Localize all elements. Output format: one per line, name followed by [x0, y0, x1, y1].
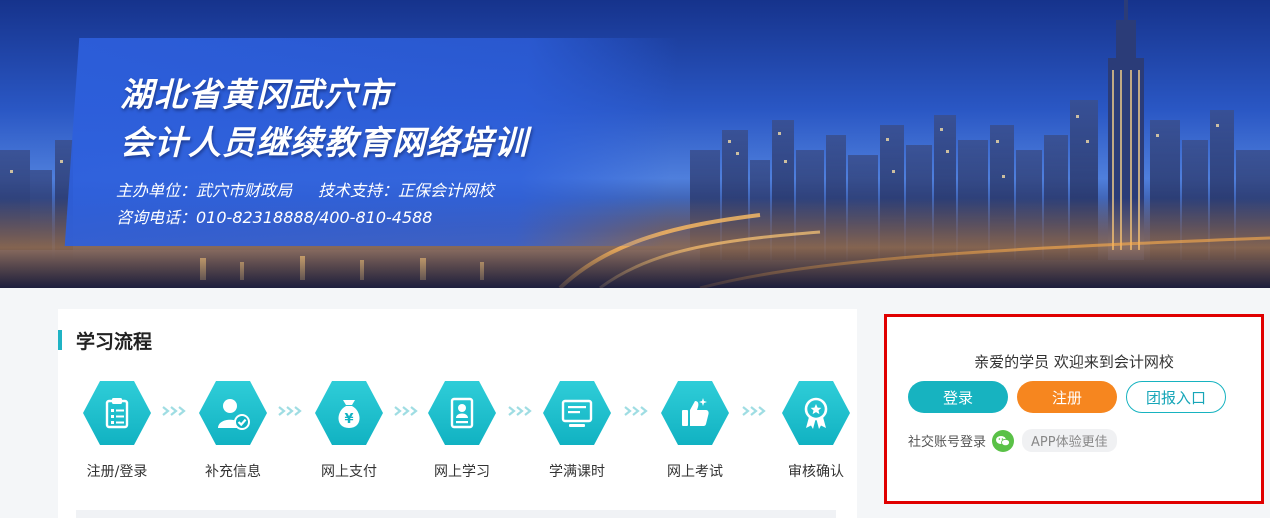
app-promo-badge[interactable]: APP体验更佳 — [1022, 429, 1117, 452]
hero-banner: 湖北省黄冈武穴市 会计人员继续教育网络培训 主办单位：武穴市财政局 技术支持：正保… — [0, 0, 1270, 288]
step-label: 注册/登录 — [86, 464, 148, 480]
process-steps: 注册/登录 补充信息 ¥ 网上支付 网上学习 学满课时 网上考试 审核确认 — [58, 381, 857, 491]
step-online-payment[interactable]: ¥ 网上支付 — [294, 381, 404, 481]
banner-organizer-line: 主办单位：武穴市财政局 技术支持：正保会计网校 — [116, 177, 494, 201]
banner-title-line1: 湖北省黄冈武穴市 — [120, 75, 392, 114]
monitor-icon — [561, 399, 593, 427]
document-user-icon — [450, 397, 474, 429]
welcome-text: 亲爱的学员 欢迎来到会计网校 — [974, 353, 1174, 371]
register-button[interactable]: 注册 — [1017, 381, 1117, 413]
banner-title-line2: 会计人员继续教育网络培训 — [120, 123, 528, 162]
user-check-icon — [218, 399, 250, 430]
wechat-icon[interactable] — [992, 429, 1015, 452]
step-register-login[interactable]: 注册/登录 — [62, 381, 172, 481]
step-label: 网上支付 — [321, 464, 377, 480]
learning-process-card: 学习流程 注册/登录 补充信息 ¥ 网上支付 网上学习 学满课时 网上考试 审核… — [58, 309, 857, 518]
organizer-text: 主办单位：武穴市财政局 — [116, 181, 293, 200]
step-icon-container — [428, 381, 496, 445]
badge-icon — [804, 397, 828, 429]
step-label: 学满课时 — [549, 464, 605, 480]
step-label: 审核确认 — [788, 464, 844, 480]
group-registration-button[interactable]: 团报入口 — [1126, 381, 1226, 413]
title-accent-bar — [58, 330, 62, 350]
thumbs-up-icon — [682, 398, 709, 426]
step-label: 网上学习 — [434, 464, 490, 480]
step-online-exam[interactable]: 网上考试 — [640, 381, 750, 481]
step-complete-hours[interactable]: 学满课时 — [522, 381, 632, 481]
step-supplement-info[interactable]: 补充信息 — [178, 381, 288, 481]
money-bag-icon: ¥ — [338, 400, 360, 428]
step-label: 网上考试 — [667, 464, 723, 480]
process-title: 学习流程 — [76, 330, 153, 353]
step-icon-container — [83, 381, 151, 445]
svg-text:¥: ¥ — [344, 412, 353, 427]
social-login-row: 社交账号登录 APP体验更佳 — [908, 429, 1117, 452]
section-title: 学习流程 — [58, 329, 153, 353]
step-icon-container — [199, 381, 267, 445]
step-icon-container: ¥ — [315, 381, 383, 445]
login-panel: 亲爱的学员 欢迎来到会计网校 登录 注册 团报入口 社交账号登录 APP体验更佳 — [884, 314, 1264, 504]
tech-support-text: 技术支持：正保会计网校 — [318, 181, 495, 200]
step-icon-container — [543, 381, 611, 445]
step-review-confirm[interactable]: 审核确认 — [761, 381, 871, 481]
login-button[interactable]: 登录 — [908, 381, 1008, 413]
step-label: 补充信息 — [205, 464, 261, 480]
step-icon-container — [661, 381, 729, 445]
step-icon-container — [782, 381, 850, 445]
social-login-label: 社交账号登录 — [908, 435, 987, 450]
next-section-strip — [76, 510, 836, 518]
hotline-text: 咨询电话：010-82318888/400-810-4588 — [116, 208, 433, 227]
step-online-learning[interactable]: 网上学习 — [407, 381, 517, 481]
clipboard-icon — [105, 398, 129, 429]
